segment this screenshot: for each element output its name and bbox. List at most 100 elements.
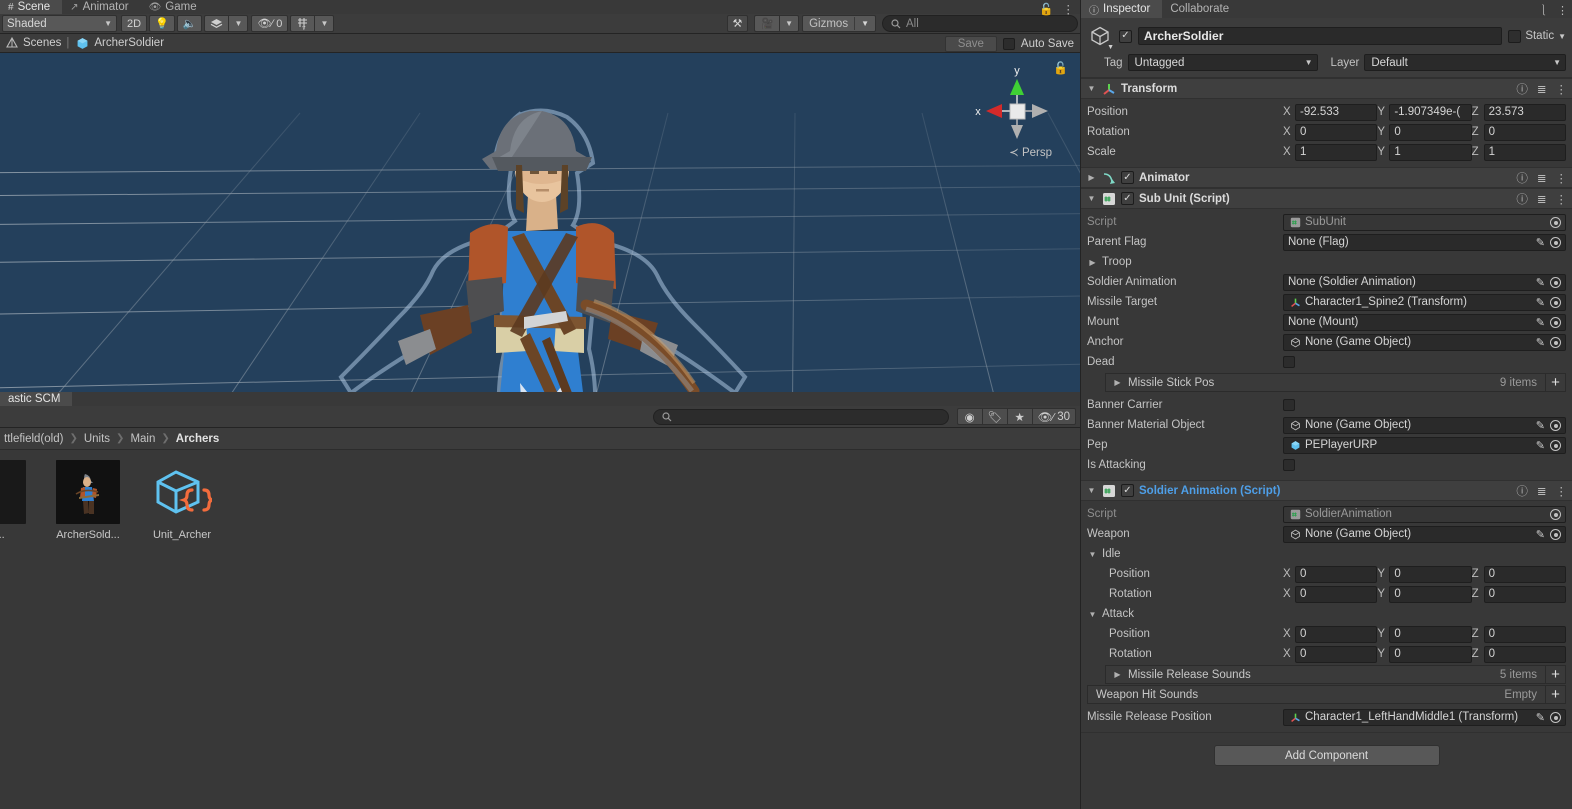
anchor-field[interactable]: None (Game Object) ✎ (1283, 333, 1566, 351)
position-z-input[interactable]: 23.573 (1483, 103, 1566, 121)
banner-material-object-field[interactable]: None (Game Object) ✎ (1283, 416, 1566, 434)
scene-search-input[interactable]: All (882, 15, 1078, 32)
object-picker-icon[interactable] (1548, 419, 1563, 432)
idle-position-z-input[interactable]: 0 (1483, 565, 1566, 583)
weapon-field[interactable]: None (Game Object) ✎ (1283, 525, 1566, 543)
gizmos-dropdown[interactable]: Gizmos ▼ (802, 15, 876, 32)
scene-audio-toggle[interactable]: 🔈 (176, 15, 203, 32)
static-checkbox[interactable] (1508, 29, 1522, 43)
property-row-troop[interactable]: ▶ Troop (1087, 252, 1566, 272)
asset-item-archersoldier[interactable]: ArcherSold... (48, 460, 128, 799)
chevron-down-icon[interactable]: ▼ (1087, 610, 1098, 619)
breadcrumb-item-archers[interactable]: Archers (176, 433, 219, 445)
object-picker-icon[interactable] (1548, 439, 1563, 452)
object-picker-icon[interactable] (1548, 316, 1563, 329)
chevron-down-icon[interactable]: ▼ (1087, 550, 1098, 559)
help-icon[interactable]: ⓘ (1516, 170, 1528, 186)
help-icon[interactable]: ⓘ (1516, 483, 1528, 499)
edit-pencil-icon[interactable]: ✎ (1532, 711, 1545, 724)
filter-by-label-icon[interactable]: 🏷 (981, 408, 1007, 425)
chevron-down-icon[interactable]: ▼ (1086, 194, 1097, 203)
idle-position-x-input[interactable]: 0 (1295, 565, 1378, 583)
rotation-x-input[interactable]: 0 (1295, 123, 1378, 141)
lock-icon[interactable]: ⎱ (1538, 2, 1549, 18)
list-row-missile-release-sounds[interactable]: ▶ Missile Release Sounds 5 items + (1105, 665, 1566, 684)
missile-release-position-field[interactable]: Character1_LeftHandMiddle1 (Transform) ✎ (1283, 708, 1566, 726)
foldout-row-idle[interactable]: ▼ Idle (1087, 544, 1566, 564)
position-y-input[interactable]: -1.907349e-( (1389, 103, 1472, 121)
preset-icon[interactable]: ≣ (1537, 484, 1547, 498)
breadcrumb-item-main[interactable]: Main (130, 433, 155, 445)
kebab-menu-icon[interactable]: ⋮ (1557, 4, 1568, 17)
attack-position-y-input[interactable]: 0 (1389, 625, 1472, 643)
component-header-transform[interactable]: ▼ Transform ⓘ ≣ ⋮ (1081, 78, 1572, 99)
help-icon[interactable]: ⓘ (1516, 191, 1528, 207)
favorites-star-icon[interactable]: ★ (1006, 408, 1032, 425)
project-search-input[interactable] (652, 408, 949, 425)
breadcrumb-scenes[interactable]: Scenes (23, 37, 61, 49)
scene-tools-button[interactable]: ⚒ (726, 15, 749, 32)
add-item-icon[interactable]: + (1545, 665, 1565, 684)
edit-pencil-icon[interactable]: ✎ (1532, 316, 1545, 329)
chevron-right-icon[interactable]: ▶ (1087, 258, 1098, 267)
list-row-missile-stick-pos[interactable]: ▶ Missile Stick Pos 9 items + (1105, 373, 1566, 392)
kebab-menu-icon[interactable]: ⋮ (1063, 2, 1075, 16)
component-header-animator[interactable]: ▶ ✓ Animator ⓘ ≣ ⋮ (1081, 167, 1572, 188)
scene-visibility-count-button[interactable]: 👁∕ 30 (1031, 408, 1076, 425)
object-picker-icon[interactable] (1548, 336, 1563, 349)
attack-rotation-z-input[interactable]: 0 (1483, 645, 1566, 663)
tab-plastic-scm[interactable]: astic SCM (0, 392, 73, 406)
hidden-objects-toggle[interactable]: 👁∕ 0 (251, 15, 289, 32)
object-picker-icon[interactable] (1548, 276, 1563, 289)
attack-position-x-input[interactable]: 0 (1295, 625, 1378, 643)
add-item-icon[interactable]: + (1545, 685, 1565, 704)
gameobject-enabled-checkbox[interactable]: ✓ (1119, 29, 1132, 43)
kebab-menu-icon[interactable]: ⋮ (1556, 484, 1568, 498)
chevron-down-icon[interactable]: ▼ (1086, 486, 1097, 495)
breadcrumb-item-units[interactable]: Units (84, 433, 110, 445)
unlock-icon[interactable]: 🔓 (1053, 61, 1068, 75)
grid-dropdown-arrow[interactable]: ▼ (314, 15, 335, 32)
kebab-menu-icon[interactable]: ⋮ (1556, 171, 1568, 185)
dead-checkbox[interactable] (1283, 356, 1295, 368)
unlock-icon[interactable]: 🔓 (1039, 2, 1053, 16)
help-icon[interactable]: ⓘ (1516, 81, 1528, 97)
move-gizmo[interactable] (0, 53, 1080, 392)
parent-flag-field[interactable]: None (Flag) ✎ (1283, 233, 1566, 251)
perspective-toggle[interactable]: ≺ Persp (1009, 145, 1052, 159)
chevron-down-icon[interactable]: ▼ (1086, 84, 1097, 93)
object-picker-icon[interactable] (1548, 711, 1563, 724)
chevron-right-icon[interactable]: ▶ (1086, 173, 1097, 182)
tab-inspector[interactable]: ⓘ Inspector (1081, 0, 1163, 18)
mount-field[interactable]: None (Mount) ✎ (1283, 313, 1566, 331)
idle-rotation-y-input[interactable]: 0 (1389, 585, 1472, 603)
edit-pencil-icon[interactable]: ✎ (1532, 276, 1545, 289)
chevron-down-icon[interactable]: ▼ (1107, 44, 1114, 51)
breadcrumb-scene-name[interactable]: ArcherSoldier (94, 37, 164, 49)
auto-save-checkbox[interactable] (1002, 37, 1015, 50)
soldier-animation-enabled-checkbox[interactable]: ✓ (1121, 484, 1134, 497)
scale-y-input[interactable]: 1 (1389, 143, 1472, 161)
position-x-input[interactable]: -92.533 (1295, 103, 1378, 121)
effects-dropdown-arrow[interactable]: ▼ (228, 15, 249, 32)
scene-camera-button[interactable]: 🎥 (754, 15, 780, 32)
pep-field[interactable]: PEPlayerURP ✎ (1283, 436, 1566, 454)
save-button[interactable]: Save (944, 35, 997, 52)
tab-collaborate[interactable]: Collaborate (1162, 0, 1241, 18)
object-picker-icon[interactable] (1548, 296, 1563, 309)
preset-icon[interactable]: ≣ (1537, 171, 1547, 185)
object-picker-icon[interactable] (1548, 528, 1563, 541)
grid-toggle[interactable]: y (290, 15, 315, 32)
edit-pencil-icon[interactable]: ✎ (1532, 296, 1545, 309)
preset-icon[interactable]: ≣ (1537, 192, 1547, 206)
chevron-right-icon[interactable]: ▶ (1112, 670, 1123, 679)
scene-viewport[interactable]: y x ≺ Persp 🔓 (0, 53, 1080, 392)
toggle-2d-button[interactable]: 2D (121, 15, 148, 32)
scale-x-input[interactable]: 1 (1295, 143, 1378, 161)
attack-position-z-input[interactable]: 0 (1483, 625, 1566, 643)
attack-rotation-y-input[interactable]: 0 (1389, 645, 1472, 663)
idle-rotation-x-input[interactable]: 0 (1295, 585, 1378, 603)
preset-icon[interactable]: ≣ (1537, 82, 1547, 96)
rotation-z-input[interactable]: 0 (1483, 123, 1566, 141)
layer-dropdown[interactable]: Default ▼ (1364, 54, 1566, 71)
